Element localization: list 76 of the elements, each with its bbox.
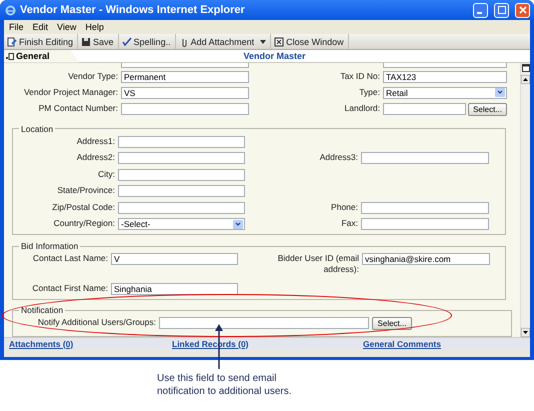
input-field[interactable] bbox=[361, 218, 489, 230]
field-label: Tax ID No: bbox=[339, 70, 380, 82]
input-field[interactable]: V bbox=[111, 253, 238, 265]
menu-item[interactable]: File bbox=[9, 22, 24, 32]
input-field[interactable] bbox=[383, 102, 466, 114]
field-label: Zip/Postal Code: bbox=[51, 202, 115, 212]
input-field[interactable] bbox=[159, 317, 369, 329]
menu-item[interactable]: Edit bbox=[32, 22, 48, 32]
link[interactable]: Attachments (0) bbox=[9, 338, 74, 348]
toolbar-button[interactable]: Spelling.. bbox=[118, 34, 176, 49]
input-field[interactable] bbox=[121, 63, 249, 68]
field-label: Vendor Project Manager: bbox=[22, 86, 118, 98]
toolbar-button[interactable]: Save bbox=[78, 34, 119, 49]
scrollbar[interactable] bbox=[520, 63, 530, 337]
link[interactable]: General Comments bbox=[363, 338, 441, 348]
select-button[interactable]: Select... bbox=[372, 317, 412, 330]
input-field[interactable] bbox=[121, 102, 249, 114]
tab-icon bbox=[6, 52, 14, 60]
caret-icon bbox=[495, 88, 505, 97]
field-label: PM Contact Number: bbox=[38, 102, 118, 114]
input-field[interactable] bbox=[118, 136, 245, 148]
field-label: Fax: bbox=[340, 218, 358, 229]
select-field[interactable]: Retail bbox=[383, 86, 507, 98]
section-legend: Location bbox=[19, 124, 56, 134]
input-field[interactable]: Singhania bbox=[111, 283, 238, 295]
window-title: Vendor Master - Windows Internet Explorer bbox=[20, 4, 246, 16]
section-legend: Notification bbox=[19, 305, 66, 315]
field-label: City: bbox=[97, 168, 115, 180]
input-field[interactable] bbox=[361, 152, 489, 164]
field-label: Landlord: bbox=[344, 102, 380, 114]
document-pencil-icon bbox=[7, 36, 17, 46]
maximize-button[interactable] bbox=[494, 2, 509, 18]
input-field[interactable] bbox=[118, 202, 245, 214]
input-field[interactable]: Permanent bbox=[121, 70, 249, 82]
field-label: Vendor Type: bbox=[67, 70, 118, 82]
input-field[interactable]: TAX123 bbox=[383, 70, 507, 82]
input-field[interactable] bbox=[118, 185, 245, 197]
annotation-text: Use this field to send email notification to additional users. bbox=[157, 372, 293, 398]
toolbar-button[interactable]: Add Attachment bbox=[176, 34, 272, 49]
select-field[interactable]: -Select- bbox=[118, 218, 245, 230]
field-label: Country/Region: bbox=[52, 218, 115, 229]
section-legend: Bid Information bbox=[19, 241, 80, 251]
scroll-up-icon[interactable] bbox=[521, 75, 530, 84]
toolbar-button[interactable]: Close Window bbox=[271, 34, 349, 49]
select-button[interactable]: Select... bbox=[468, 102, 507, 116]
save-icon bbox=[81, 36, 92, 46]
field-label: Contact First Name: bbox=[31, 283, 108, 294]
menu-item[interactable]: Help bbox=[85, 22, 104, 32]
close-button[interactable] bbox=[515, 2, 530, 18]
close-icon bbox=[518, 6, 526, 14]
input-field[interactable] bbox=[361, 202, 489, 214]
input-field[interactable]: VS bbox=[121, 86, 249, 98]
menu-item[interactable]: View bbox=[57, 22, 76, 32]
input-field[interactable]: vsinghania@skire.com bbox=[362, 253, 490, 265]
field-label: State/Province: bbox=[56, 185, 115, 196]
field-label: Bidder User ID (email address): bbox=[276, 253, 359, 275]
minimize-button[interactable] bbox=[473, 2, 488, 18]
select-field[interactable] bbox=[383, 63, 507, 68]
field-label: Contact Last Name: bbox=[32, 253, 108, 264]
field-label: Notify Additional Users/Groups: bbox=[36, 317, 156, 328]
field-label: Address2: bbox=[76, 152, 115, 163]
close-icon bbox=[274, 36, 284, 46]
caret-icon bbox=[233, 220, 243, 228]
input-field[interactable] bbox=[118, 152, 245, 164]
spell-check-icon bbox=[122, 36, 132, 46]
maximize-icon bbox=[498, 6, 506, 14]
browser-logo-icon bbox=[5, 4, 16, 16]
form-title: Vendor Master bbox=[242, 51, 307, 61]
field-label: Address1: bbox=[76, 136, 115, 146]
field-label: Address3: bbox=[318, 152, 358, 163]
input-field[interactable] bbox=[118, 168, 245, 180]
field-label: Type: bbox=[358, 86, 380, 98]
field-label: Phone: bbox=[330, 202, 358, 212]
scroll-down-icon[interactable] bbox=[521, 328, 530, 337]
tab[interactable]: General bbox=[4, 50, 79, 62]
toolbar-button[interactable]: Finish Editing bbox=[4, 34, 78, 49]
